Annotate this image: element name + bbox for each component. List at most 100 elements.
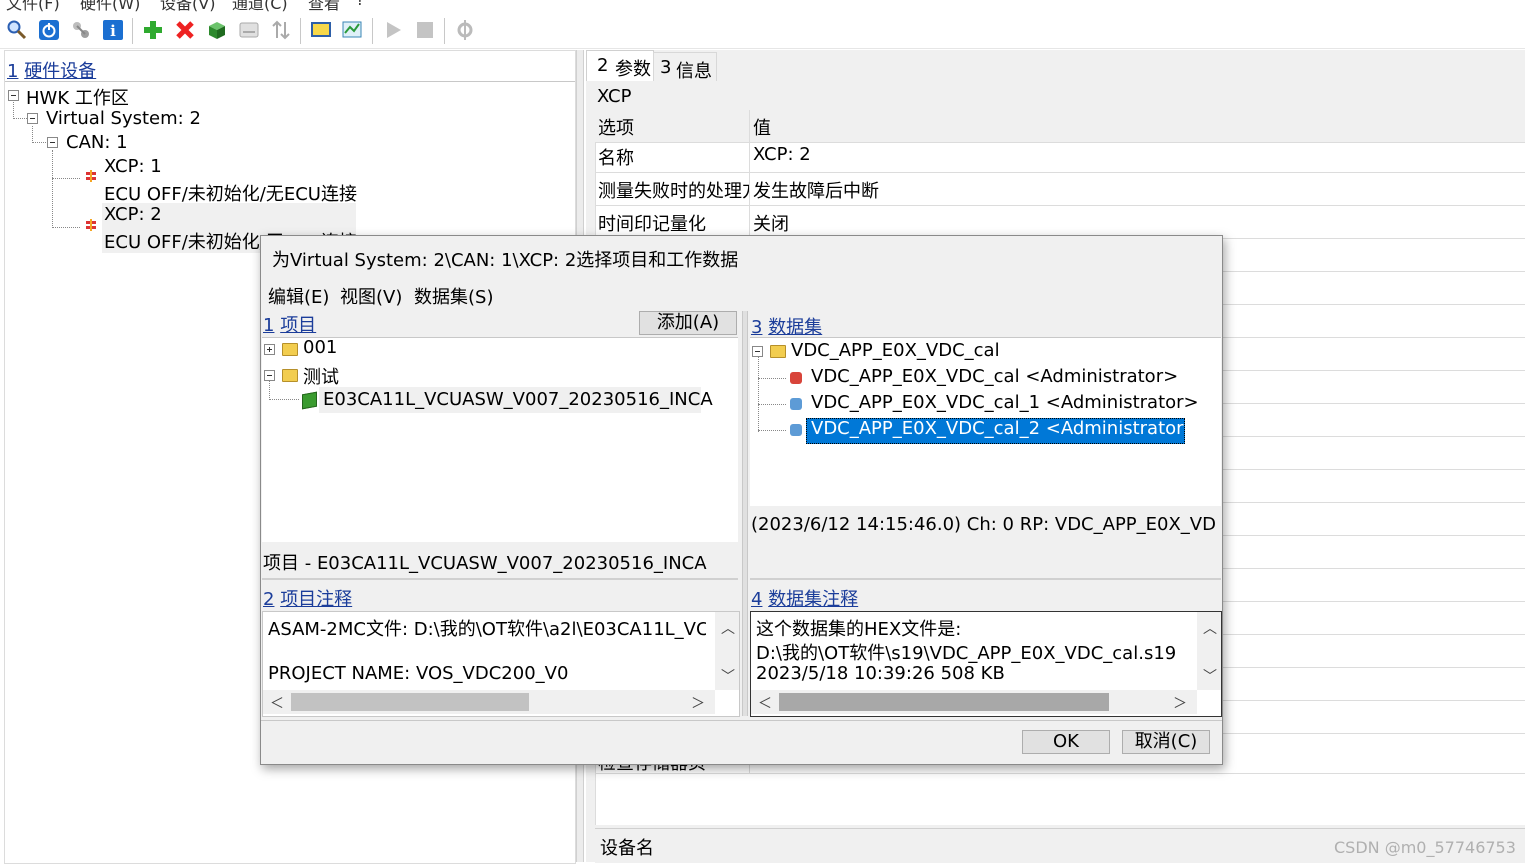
dataset-notes-hscroll[interactable]: ＜ ＞ [751,690,1197,714]
scroll-down-icon[interactable]: ﹀ [1203,666,1217,686]
scroll-up-icon[interactable]: ︿ [721,618,735,638]
dataset-item[interactable]: VDC_APP_E0X_VDC_cal_1 <Administrator> [811,392,1199,413]
dialog-title: 为Virtual System: 2\CAN: 1\XCP: 2选择项目和工作数… [272,250,739,271]
divider [5,81,575,82]
grid-row-key: 测量失败时的处理方 [598,181,750,202]
menu-channel[interactable]: 通道(C) [232,0,288,12]
project-notes-vscroll[interactable]: ︿ ﹀ [715,612,739,690]
info-icon[interactable]: i [102,19,124,41]
dialog-menu-view[interactable]: 视图(V) [340,283,402,309]
tree-xcp2[interactable]: XCP: 2 [104,204,162,225]
tools-icon[interactable] [454,19,476,41]
tab-parameters[interactable]: 2 参数 [586,50,654,81]
project-notes-title-text[interactable]: 项目注释 [280,589,352,610]
dataset-item-selected[interactable]: VDC_APP_E0X_VDC_cal_2 <Administrator> [811,418,1199,439]
tab-info-label: 信息 [676,61,712,82]
projects-title-text[interactable]: 项目 [280,315,316,336]
project-cube-icon [302,391,317,410]
scroll-down-icon[interactable]: ﹀ [721,666,735,686]
cancel-button[interactable]: 取消(C) [1122,730,1210,754]
network-icon[interactable] [70,19,92,41]
warning-icon [86,219,96,231]
dataset-notes-line: D:\我的\OT软件\s19\VDC_APP_E0X_VDC_cal.s19 [756,643,1177,664]
delete-icon[interactable] [174,19,196,41]
menu-help[interactable]: ? [356,0,365,9]
add-icon[interactable] [142,19,164,41]
dialog-menu-dataset[interactable]: 数据集(S) [414,283,493,309]
folder-icon [282,369,298,382]
search-icon[interactable] [6,19,28,41]
add-project-button[interactable]: 添加(A) [639,311,737,335]
hardware-panel-title: 1 硬件设备 [7,57,96,83]
menu-file[interactable]: 文件(F) [6,0,60,12]
grid-row-value[interactable]: 关闭 [753,210,789,236]
dataset-notes-box[interactable]: 这个数据集的HEX文件是: D:\我的\OT软件\s19\VDC_APP_E0X… [750,611,1222,717]
dataset-icon [790,398,802,410]
collapse-toggle[interactable] [27,113,38,124]
grid-row[interactable]: 测量失败时的处理方 发生故障后中断 [595,173,1525,206]
dataset-notes-vscroll[interactable]: ︿ ﹀ [1197,612,1221,690]
project-notes-title-number[interactable]: 2 [263,589,274,610]
project-folder-001[interactable]: 001 [303,337,337,358]
scroll-thumb[interactable] [291,693,529,711]
hardware-panel-title-number[interactable]: 1 [7,61,18,82]
tree-xcp1[interactable]: XCP: 1 [104,156,162,177]
project-notes-hscroll[interactable]: ＜ ＞ [263,690,715,714]
dataset-info: (2023/6/12 14:15:46.0) Ch: 0 RP: VDC_APP… [751,514,1217,535]
select-project-dialog: 为Virtual System: 2\CAN: 1\XCP: 2选择项目和工作数… [260,235,1223,765]
collapse-toggle[interactable] [47,137,58,148]
datasets-title-text[interactable]: 数据集 [768,317,822,338]
dataset-notes-title-text[interactable]: 数据集注释 [768,589,858,610]
ok-button[interactable]: OK [1022,730,1110,754]
grid-row-value[interactable]: 发生故障后中断 [753,177,879,203]
projects-pane-title: 1 项目 [263,311,316,337]
monitor-icon[interactable] [310,19,332,41]
scroll-thumb[interactable] [779,693,1109,711]
dialog-menu-edit[interactable]: 编辑(E) [268,283,329,309]
grid-row[interactable]: 名称 XCP: 2 [595,140,1525,173]
tab-parameters-label: 参数 [615,59,651,80]
tab-info[interactable]: 3 信息 [653,52,717,82]
scroll-left-icon[interactable]: ＜ [758,693,772,713]
dataset-icon [790,424,802,436]
menu-hardware[interactable]: 硬件(W) [80,0,140,12]
tree-virtual-system[interactable]: Virtual System: 2 [46,108,201,129]
stop-icon[interactable] [414,19,436,41]
dataset-root[interactable]: VDC_APP_E0X_VDC_cal [791,340,1000,361]
id-card-icon[interactable] [238,19,260,41]
menu-view[interactable]: 查看 [308,0,340,12]
dataset-icon [790,372,802,384]
menu-device[interactable]: 设备(V) [160,0,215,12]
datasets-pane-title: 3 数据集 [751,313,822,339]
cube-icon[interactable] [206,19,228,41]
collapse-toggle[interactable] [8,90,19,101]
scroll-up-icon[interactable]: ︿ [1203,618,1217,638]
dialog-splitter[interactable] [742,311,748,716]
sort-arrows-icon[interactable] [270,19,292,41]
device-name-label: 设备名 [600,838,654,859]
projects-title-number[interactable]: 1 [263,315,274,336]
dataset-notes-line: 2023/5/18 10:39:26 508 KB [756,663,1005,684]
toolbar: i [0,12,1525,49]
datasets-title-number[interactable]: 3 [751,317,762,338]
dataset-item[interactable]: VDC_APP_E0X_VDC_cal <Administrator> [811,366,1178,387]
experiment-icon[interactable] [342,19,364,41]
scroll-right-icon[interactable]: ＞ [1173,693,1187,713]
grid-row-value[interactable]: XCP: 2 [753,144,811,165]
project-folder-test[interactable]: 测试 [303,363,339,389]
tree-root[interactable]: HWK 工作区 [26,84,129,110]
warning-icon [86,170,96,182]
expand-toggle[interactable] [264,344,275,355]
tab-info-number: 3 [660,57,672,78]
hardware-panel-title-text[interactable]: 硬件设备 [24,61,96,82]
power-icon[interactable] [38,19,60,41]
grid-header: 选项 值 [595,110,1525,143]
project-item[interactable]: E03CA11L_VCUASW_V007_20230516_INCA [323,389,713,410]
scroll-right-icon[interactable]: ＞ [691,693,705,713]
project-notes-line: ASAM-2MC文件: D:\我的\OT软件\a2l\E03CA11L_VC [268,619,706,640]
tree-can[interactable]: CAN: 1 [66,132,128,153]
dataset-notes-title-number[interactable]: 4 [751,589,762,610]
project-notes-box[interactable]: ASAM-2MC文件: D:\我的\OT软件\a2l\E03CA11L_VC P… [262,611,740,717]
scroll-left-icon[interactable]: ＜ [270,693,284,713]
play-icon[interactable] [382,19,404,41]
